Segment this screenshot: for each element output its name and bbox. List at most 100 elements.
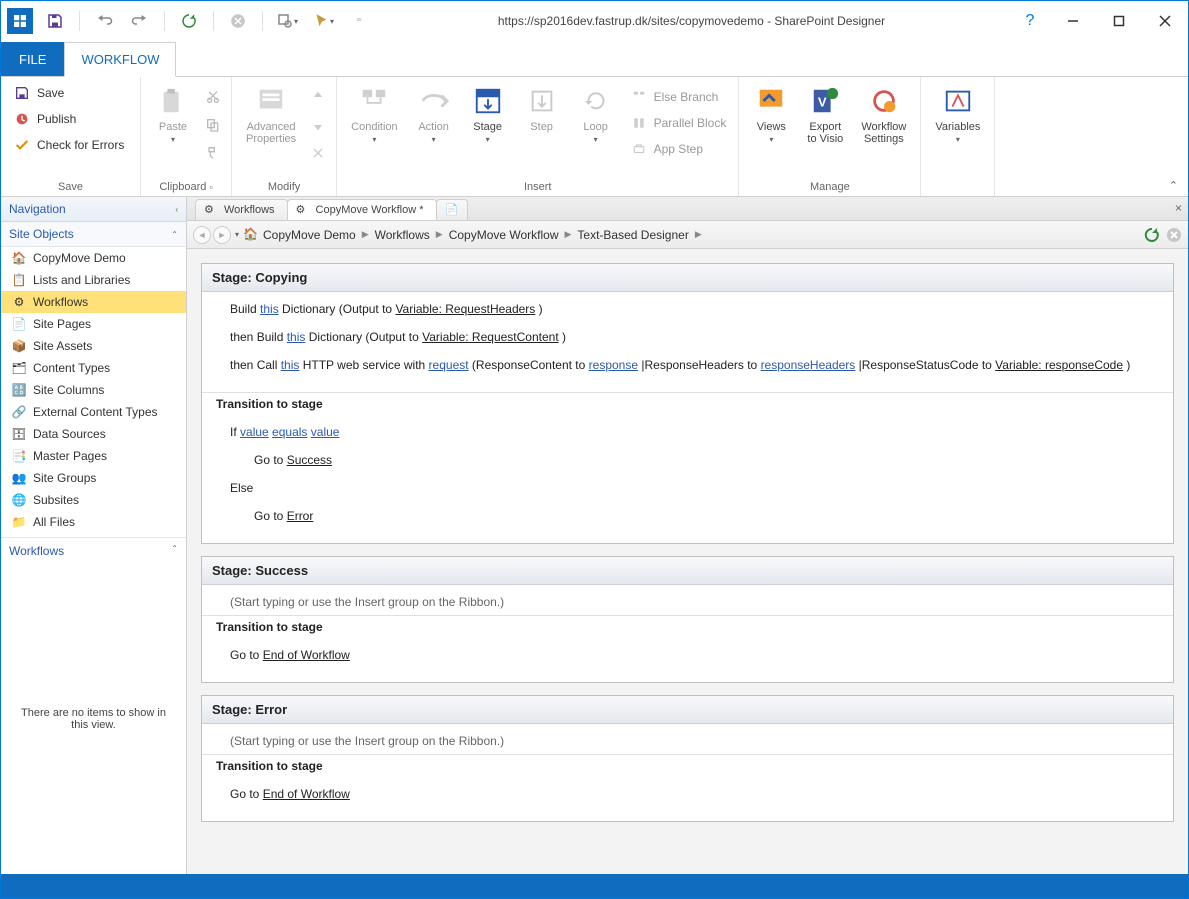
goto-end[interactable]: Go to End of Workflow [230, 787, 1159, 801]
link-equals[interactable]: equals [272, 425, 307, 439]
app-icon[interactable] [7, 8, 33, 34]
sidebar-item-subsites[interactable]: 🌐Subsites [1, 489, 186, 511]
sidebar-item-lists[interactable]: 📋Lists and Libraries [1, 269, 186, 291]
link-end-of-workflow[interactable]: End of Workflow [263, 648, 350, 662]
action-call-http[interactable]: then Call this HTTP web service with req… [230, 358, 1159, 372]
condition-else[interactable]: Else [230, 481, 1159, 495]
stage-placeholder[interactable]: (Start typing or use the Insert group on… [202, 724, 1173, 754]
stage-placeholder[interactable]: (Start typing or use the Insert group on… [202, 585, 1173, 615]
collapse-ribbon-icon[interactable]: ⌃ [1169, 179, 1178, 196]
advanced-properties-button[interactable]: Advanced Properties [240, 81, 302, 149]
nav-site-objects[interactable]: Site Objects ⌃ [1, 222, 186, 247]
stage-title[interactable]: Stage: Error [202, 696, 1173, 724]
sidebar-item-site-assets[interactable]: 📦Site Assets [1, 335, 186, 357]
doctab-new[interactable]: 📄 [436, 199, 468, 220]
link-success-stage[interactable]: Success [287, 453, 332, 467]
goto-success[interactable]: Go to Success [230, 453, 1159, 467]
goto-error[interactable]: Go to Error [230, 509, 1159, 523]
delete-icon[interactable] [308, 143, 328, 163]
sidebar-item-home[interactable]: 🏠CopyMove Demo [1, 247, 186, 269]
action-button[interactable]: Action▾ [410, 81, 458, 148]
stage-title[interactable]: Stage: Copying [202, 264, 1173, 292]
stage-title[interactable]: Stage: Success [202, 557, 1173, 585]
move-down-icon[interactable] [308, 115, 328, 135]
variables-button[interactable]: Variables▾ [929, 81, 986, 148]
copy-icon[interactable] [203, 115, 223, 135]
maximize-button[interactable] [1096, 7, 1142, 35]
breadcrumb-home[interactable]: CopyMove Demo [263, 228, 356, 242]
action-build-dictionary-2[interactable]: then Build this Dictionary (Output to Va… [230, 330, 1159, 344]
tab-file[interactable]: FILE [1, 42, 64, 76]
tab-workflow[interactable]: WORKFLOW [64, 42, 176, 77]
loop-button[interactable]: Loop▾ [572, 81, 620, 148]
doctab-copymove-workflow[interactable]: ⚙ CopyMove Workflow * [287, 199, 437, 220]
publish-button[interactable]: Publish [9, 107, 128, 131]
link-variable-requestcontent[interactable]: Variable: RequestContent [422, 330, 559, 344]
link-value[interactable]: value [240, 425, 269, 439]
help-button[interactable]: ? [1010, 7, 1050, 35]
export-visio-button[interactable]: V Export to Visio [801, 81, 849, 149]
refresh-icon[interactable] [1144, 227, 1160, 243]
sidebar-item-all-files[interactable]: 📁All Files [1, 511, 186, 533]
cursor-dropdown-icon[interactable]: ▾ [309, 7, 337, 35]
close-tab-icon[interactable]: × [1175, 201, 1182, 215]
stop-icon[interactable] [1166, 227, 1182, 243]
nav-workflows-section[interactable]: Workflows ⌃ [1, 537, 186, 564]
sidebar-item-site-columns[interactable]: 🔠Site Columns [1, 379, 186, 401]
doctab-workflows[interactable]: ⚙ Workflows [195, 199, 288, 220]
app-step-button[interactable]: App Step [626, 137, 731, 161]
nav-forward-button[interactable]: ► [213, 226, 231, 244]
condition-if[interactable]: If value equals value [230, 425, 1159, 439]
link-this[interactable]: this [287, 330, 306, 344]
workflow-editor[interactable]: Stage: Copying Build this Dictionary (Ou… [187, 249, 1188, 874]
check-errors-button[interactable]: Check for Errors [9, 133, 128, 157]
nav-back-button[interactable]: ◄ [193, 226, 211, 244]
save-button[interactable]: Save [9, 81, 128, 105]
goto-end[interactable]: Go to End of Workflow [230, 648, 1159, 662]
preview-dropdown-icon[interactable]: ▾ [273, 7, 301, 35]
link-variable-requestheaders[interactable]: Variable: RequestHeaders [395, 302, 535, 316]
breadcrumb-workflows[interactable]: Workflows [375, 228, 430, 242]
save-icon[interactable] [41, 7, 69, 35]
nav-collapse-icon[interactable]: ‹ [175, 205, 178, 214]
sidebar-item-master-pages[interactable]: 📑Master Pages [1, 445, 186, 467]
stage-button[interactable]: Stage▾ [464, 81, 512, 148]
link-this[interactable]: this [281, 358, 300, 372]
link-end-of-workflow[interactable]: End of Workflow [263, 787, 350, 801]
condition-button[interactable]: Condition▾ [345, 81, 403, 148]
link-responsecode[interactable]: Variable: responseCode [995, 358, 1123, 372]
else-branch-button[interactable]: Else Branch [626, 85, 731, 109]
sidebar-item-data-sources[interactable]: 🗄Data Sources [1, 423, 186, 445]
parallel-block-button[interactable]: Parallel Block [626, 111, 731, 135]
link-error-stage[interactable]: Error [287, 509, 314, 523]
history-dropdown-icon[interactable]: ▾ [235, 230, 239, 239]
action-build-dictionary-1[interactable]: Build this Dictionary (Output to Variabl… [230, 302, 1159, 316]
breadcrumb-designer[interactable]: Text-Based Designer [577, 228, 688, 242]
sidebar-item-site-groups[interactable]: 👥Site Groups [1, 467, 186, 489]
cut-icon[interactable] [203, 87, 223, 107]
qat-overflow-icon[interactable]: ⁼ [345, 7, 373, 35]
sidebar-item-site-pages[interactable]: 📄Site Pages [1, 313, 186, 335]
stop-icon[interactable] [224, 7, 252, 35]
close-button[interactable] [1142, 7, 1188, 35]
sidebar-item-content-types[interactable]: 🗂Content Types [1, 357, 186, 379]
refresh-icon[interactable] [175, 7, 203, 35]
step-button[interactable]: Step [518, 81, 566, 137]
link-this[interactable]: this [260, 302, 279, 316]
format-painter-icon[interactable] [203, 143, 223, 163]
home-icon[interactable]: 🏠 [243, 227, 259, 243]
link-value[interactable]: value [311, 425, 340, 439]
sidebar-item-external-ct[interactable]: 🔗External Content Types [1, 401, 186, 423]
views-button[interactable]: Views▾ [747, 81, 795, 148]
link-response[interactable]: response [589, 358, 638, 372]
sidebar-item-workflows[interactable]: ⚙Workflows [1, 291, 186, 313]
workflow-settings-button[interactable]: Workflow Settings [855, 81, 912, 149]
link-request[interactable]: request [429, 358, 469, 372]
minimize-button[interactable] [1050, 7, 1096, 35]
redo-icon[interactable] [126, 7, 154, 35]
paste-button[interactable]: Paste ▾ [149, 81, 197, 148]
breadcrumb-workflow-name[interactable]: CopyMove Workflow [449, 228, 559, 242]
move-up-icon[interactable] [308, 87, 328, 107]
link-responseheaders[interactable]: responseHeaders [761, 358, 856, 372]
undo-icon[interactable] [90, 7, 118, 35]
